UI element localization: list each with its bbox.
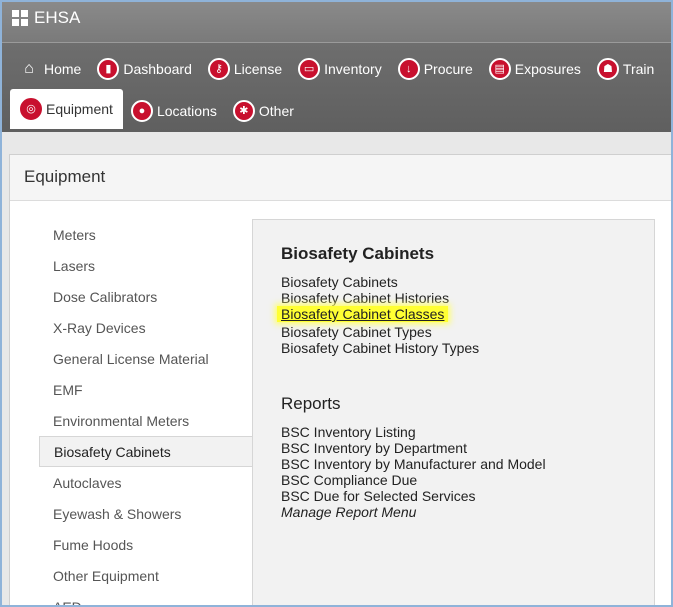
content-area: Biosafety Cabinets Biosafety Cabinets Bi…: [252, 219, 655, 605]
clipboard-icon: ▤: [488, 58, 511, 80]
sidebar-item-fume-hoods[interactable]: Fume Hoods: [10, 529, 253, 560]
nav-license[interactable]: ⚷ License: [200, 51, 290, 87]
training-icon: ☗: [596, 58, 619, 80]
nav-inventory[interactable]: ▭ Inventory: [290, 51, 390, 87]
nav-label: Exposures: [514, 61, 581, 77]
nav-label: Train: [622, 61, 655, 77]
panel-title: Equipment: [10, 155, 671, 201]
truck-icon: ▭: [298, 58, 321, 80]
link-bsc-inventory-by-department[interactable]: BSC Inventory by Department: [281, 440, 546, 456]
nav-row-2: ◎ Equipment ● Locations ✱ Other: [10, 89, 302, 129]
sidebar-item-eyewash-showers[interactable]: Eyewash & Showers: [10, 498, 253, 529]
sidebar-item-dose-calibrators[interactable]: Dose Calibrators: [10, 281, 253, 312]
link-bsc-due-selected-services[interactable]: BSC Due for Selected Services: [281, 488, 546, 504]
nav-label: Inventory: [324, 61, 382, 77]
equipment-sidebar: Meters Lasers Dose Calibrators X-Ray Dev…: [10, 219, 253, 606]
link-biosafety-cabinets[interactable]: Biosafety Cabinets: [281, 274, 479, 290]
nav-train[interactable]: ☗ Train: [589, 51, 662, 87]
app-title[interactable]: EHSA: [12, 8, 80, 28]
sidebar-item-aed[interactable]: AED: [10, 591, 253, 606]
app-title-text: EHSA: [34, 8, 81, 27]
home-icon: ⌂: [24, 60, 34, 77]
link-biosafety-cabinet-types[interactable]: Biosafety Cabinet Types: [281, 324, 479, 340]
title-bar: EHSA: [2, 2, 671, 42]
sidebar-item-biosafety-cabinets[interactable]: Biosafety Cabinets: [39, 436, 253, 467]
report-links: BSC Inventory Listing BSC Inventory by D…: [281, 424, 546, 520]
link-bsc-inventory-listing[interactable]: BSC Inventory Listing: [281, 424, 546, 440]
nav-other[interactable]: ✱ Other: [225, 93, 302, 129]
asterisk-icon: ✱: [232, 100, 255, 122]
sidebar-item-other-equipment[interactable]: Other Equipment: [10, 560, 253, 591]
link-biosafety-cabinet-history-types[interactable]: Biosafety Cabinet History Types: [281, 340, 479, 356]
app-window: EHSA ⌂ Home ▮ Dashboard ⚷ License ▭ Inve…: [0, 0, 673, 607]
nav-exposures[interactable]: ▤ Exposures: [481, 51, 589, 87]
download-arrow-icon: ↓: [397, 58, 420, 80]
main-nav: ⌂ Home ▮ Dashboard ⚷ License ▭ Inventory…: [2, 42, 671, 132]
gauge-icon: ◎: [20, 98, 42, 120]
sidebar-item-environmental-meters[interactable]: Environmental Meters: [10, 405, 253, 436]
nav-procure[interactable]: ↓ Procure: [390, 51, 481, 87]
sidebar-item-meters[interactable]: Meters: [10, 219, 253, 250]
nav-label: Locations: [156, 103, 217, 119]
section-title-biosafety: Biosafety Cabinets: [281, 244, 435, 263]
sidebar-item-xray-devices[interactable]: X-Ray Devices: [10, 312, 253, 343]
nav-label: Other: [258, 103, 294, 119]
nav-label: Equipment: [46, 101, 113, 117]
nav-label: Dashboard: [123, 61, 192, 77]
link-bsc-compliance-due[interactable]: BSC Compliance Due: [281, 472, 546, 488]
sidebar-item-lasers[interactable]: Lasers: [10, 250, 253, 281]
nav-locations[interactable]: ● Locations: [123, 93, 225, 129]
nav-dashboard[interactable]: ▮ Dashboard: [89, 51, 200, 87]
nav-equipment[interactable]: ◎ Equipment: [10, 89, 123, 129]
link-biosafety-cabinet-histories[interactable]: Biosafety Cabinet Histories: [281, 290, 479, 306]
key-icon: ⚷: [207, 58, 230, 80]
nav-home[interactable]: ⌂ Home: [10, 51, 89, 87]
map-pin-icon: ●: [130, 100, 153, 122]
sidebar-item-autoclaves[interactable]: Autoclaves: [10, 467, 253, 498]
sidebar-item-general-license-material[interactable]: General License Material: [10, 343, 253, 374]
sidebar-item-emf[interactable]: EMF: [10, 374, 253, 405]
biosafety-links: Biosafety Cabinets Biosafety Cabinet His…: [277, 274, 479, 356]
nav-label: Procure: [423, 61, 473, 77]
nav-label: License: [233, 61, 283, 77]
grid-icon: [12, 10, 28, 26]
equipment-panel: Equipment Meters Lasers Dose Calibrators…: [9, 154, 671, 606]
bar-chart-icon: ▮: [97, 58, 120, 80]
link-bsc-inventory-by-manufacturer[interactable]: BSC Inventory by Manufacturer and Model: [281, 456, 546, 472]
link-biosafety-cabinet-classes[interactable]: Biosafety Cabinet Classes: [277, 306, 449, 322]
link-manage-report-menu[interactable]: Manage Report Menu: [281, 504, 546, 520]
section-title-reports: Reports: [281, 394, 341, 413]
nav-row-1: ⌂ Home ▮ Dashboard ⚷ License ▭ Inventory…: [10, 51, 662, 87]
nav-label: Home: [44, 61, 82, 77]
